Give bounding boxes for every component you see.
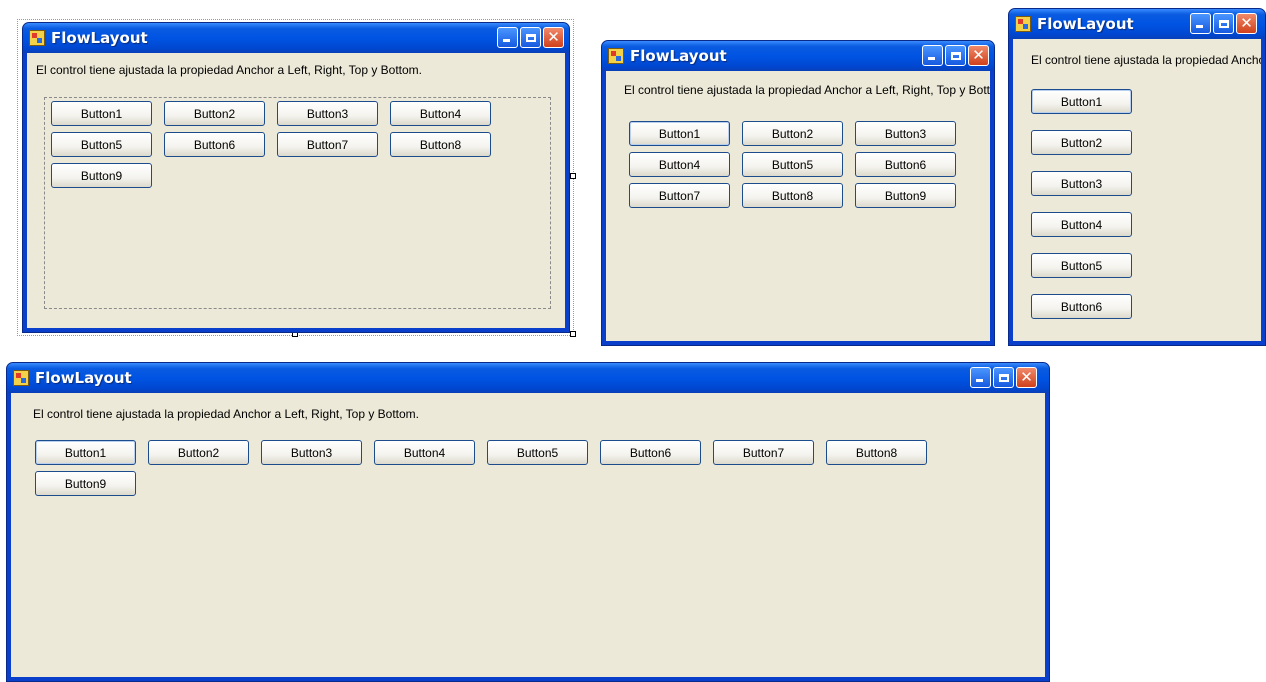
- minimize-icon: [928, 57, 935, 60]
- flowlayout-window-narrow: FlowLayout ✕ El control tiene ajustada l…: [1008, 8, 1266, 346]
- flow-layout-panel: Button1 Button2 Button3 Button4 Button5 …: [29, 437, 1029, 499]
- flowlayout-window-wide: FlowLayout ✕ El control tiene ajustada l…: [6, 362, 1050, 682]
- client-area: El control tiene ajustada la propiedad A…: [606, 71, 990, 341]
- window-title: FlowLayout: [51, 29, 148, 47]
- anchor-label: El control tiene ajustada la propiedad A…: [624, 83, 990, 97]
- close-icon: ✕: [547, 28, 560, 46]
- button-4[interactable]: Button4: [374, 440, 475, 465]
- button-1[interactable]: Button1: [35, 440, 136, 465]
- minimize-button[interactable]: [1190, 13, 1211, 34]
- button-1[interactable]: Button1: [629, 121, 730, 146]
- button-7[interactable]: Button7: [629, 183, 730, 208]
- button-6[interactable]: Button6: [164, 132, 265, 157]
- client-area: El control tiene ajustada la propiedad A…: [1013, 39, 1261, 341]
- maximize-icon: [525, 33, 536, 42]
- button-2[interactable]: Button2: [148, 440, 249, 465]
- button-3[interactable]: Button3: [1031, 171, 1132, 196]
- window-title: FlowLayout: [1037, 15, 1134, 33]
- button-8[interactable]: Button8: [742, 183, 843, 208]
- title-bar[interactable]: FlowLayout ✕: [602, 41, 994, 71]
- button-2[interactable]: Button2: [1031, 130, 1132, 155]
- anchor-label: El control tiene ajustada la propiedad A…: [1031, 53, 1261, 67]
- close-icon: ✕: [972, 46, 985, 64]
- anchor-label: El control tiene ajustada la propiedad A…: [36, 63, 423, 77]
- button-2[interactable]: Button2: [742, 121, 843, 146]
- button-5[interactable]: Button5: [487, 440, 588, 465]
- minimize-button[interactable]: [497, 27, 518, 48]
- title-bar[interactable]: FlowLayout ✕: [1009, 9, 1265, 39]
- button-6[interactable]: Button6: [600, 440, 701, 465]
- button-4[interactable]: Button4: [629, 152, 730, 177]
- minimize-icon: [503, 39, 510, 42]
- button-5[interactable]: Button5: [742, 152, 843, 177]
- button-7[interactable]: Button7: [713, 440, 814, 465]
- maximize-icon: [950, 51, 961, 60]
- button-8[interactable]: Button8: [826, 440, 927, 465]
- maximize-icon: [1218, 19, 1229, 28]
- flowlayout-window-medium: FlowLayout ✕ El control tiene ajustada l…: [601, 40, 995, 346]
- button-6[interactable]: Button6: [1031, 294, 1132, 319]
- title-bar[interactable]: FlowLayout ✕: [7, 363, 1049, 393]
- button-5[interactable]: Button5: [51, 132, 152, 157]
- app-icon: [1015, 16, 1031, 32]
- maximize-button[interactable]: [1213, 13, 1234, 34]
- button-3[interactable]: Button3: [855, 121, 956, 146]
- button-3[interactable]: Button3: [277, 101, 378, 126]
- button-6[interactable]: Button6: [855, 152, 956, 177]
- button-4[interactable]: Button4: [1031, 212, 1132, 237]
- close-button[interactable]: ✕: [968, 45, 989, 66]
- button-9[interactable]: Button9: [35, 471, 136, 496]
- button-7[interactable]: Button7: [277, 132, 378, 157]
- app-icon: [29, 30, 45, 46]
- button-8[interactable]: Button8: [390, 132, 491, 157]
- maximize-button[interactable]: [520, 27, 541, 48]
- close-button[interactable]: ✕: [1236, 13, 1257, 34]
- client-area: El control tiene ajustada la propiedad A…: [27, 53, 565, 328]
- resize-handle-corner[interactable]: [570, 331, 576, 337]
- title-bar[interactable]: FlowLayout ✕: [23, 23, 569, 53]
- button-1[interactable]: Button1: [51, 101, 152, 126]
- minimize-icon: [1196, 25, 1203, 28]
- button-5[interactable]: Button5: [1031, 253, 1132, 278]
- minimize-button[interactable]: [922, 45, 943, 66]
- flow-layout-panel: Button1 Button2 Button3 Button4 Button5 …: [623, 118, 973, 211]
- client-area: El control tiene ajustada la propiedad A…: [11, 393, 1045, 677]
- close-icon: ✕: [1240, 14, 1253, 32]
- flow-layout-panel: Button1 Button2 Button3 Button4 Button5 …: [44, 97, 551, 309]
- maximize-icon: [998, 373, 1009, 382]
- window-title: FlowLayout: [35, 369, 132, 387]
- close-button[interactable]: ✕: [543, 27, 564, 48]
- flowlayout-window-designer: FlowLayout ✕ El control tiene ajustada l…: [22, 22, 570, 333]
- button-2[interactable]: Button2: [164, 101, 265, 126]
- anchor-label: El control tiene ajustada la propiedad A…: [33, 407, 420, 421]
- app-icon: [608, 48, 624, 64]
- button-9[interactable]: Button9: [51, 163, 152, 188]
- resize-handle-right[interactable]: [570, 173, 576, 179]
- button-4[interactable]: Button4: [390, 101, 491, 126]
- minimize-button[interactable]: [970, 367, 991, 388]
- button-1[interactable]: Button1: [1031, 89, 1132, 114]
- flow-layout-panel: Button1 Button2 Button3 Button4 Button5 …: [1031, 86, 1151, 332]
- maximize-button[interactable]: [945, 45, 966, 66]
- window-title: FlowLayout: [630, 47, 727, 65]
- maximize-button[interactable]: [993, 367, 1014, 388]
- close-button[interactable]: ✕: [1016, 367, 1037, 388]
- button-3[interactable]: Button3: [261, 440, 362, 465]
- button-9[interactable]: Button9: [855, 183, 956, 208]
- app-icon: [13, 370, 29, 386]
- close-icon: ✕: [1020, 368, 1033, 386]
- minimize-icon: [976, 379, 983, 382]
